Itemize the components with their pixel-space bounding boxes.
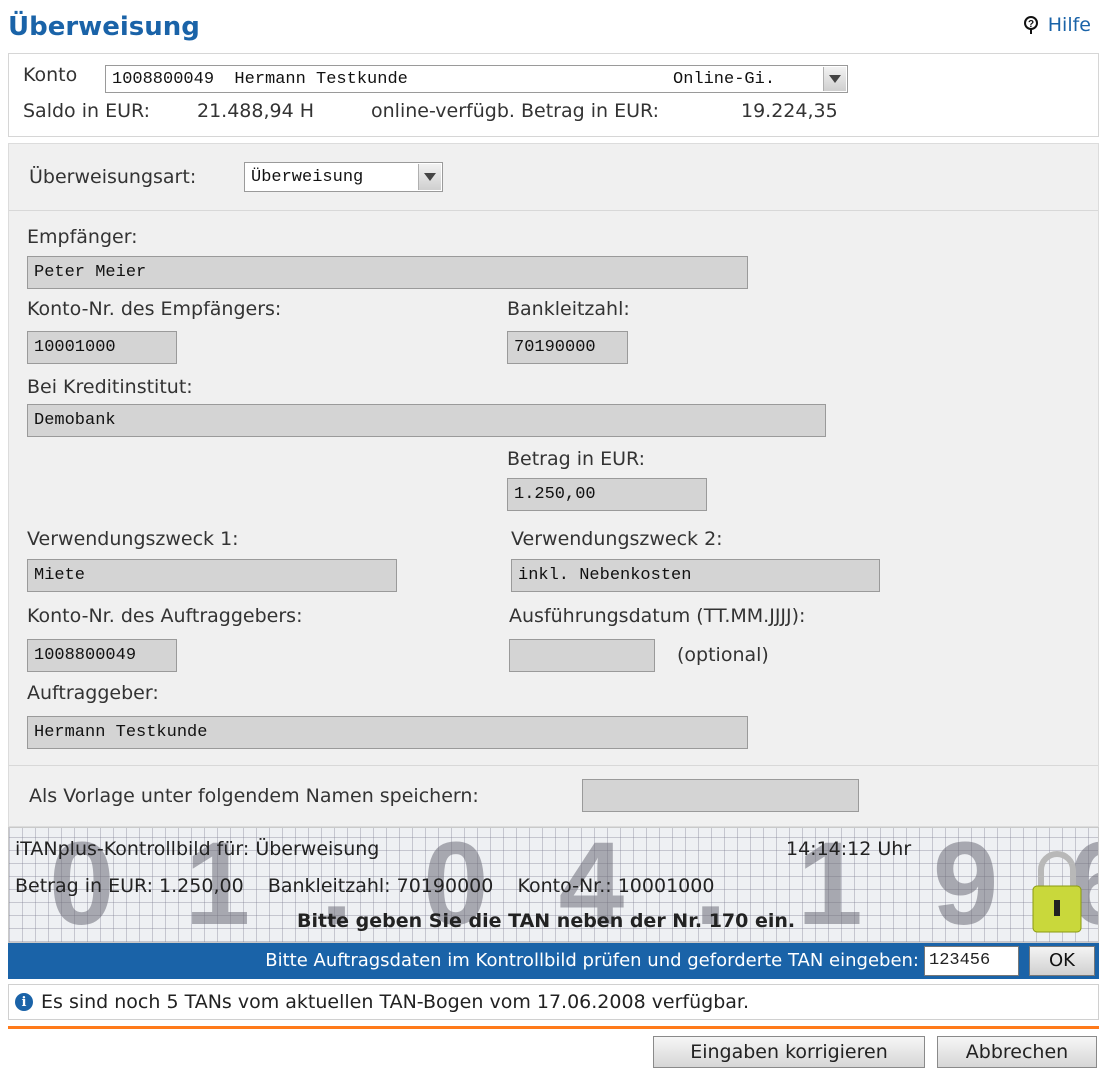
recipient-account-label: Konto-Nr. des Empfängers: (27, 298, 282, 320)
bank-code-label: Bankleitzahl: (507, 298, 630, 320)
account-type-value: Online-Gi. (673, 70, 776, 89)
lock-icon (1029, 848, 1085, 940)
help-link[interactable]: ? Hilfe (1022, 14, 1091, 36)
execution-date-label: Ausführungsdatum (TT.MM.JJJJ): (509, 605, 806, 627)
purpose2-input[interactable]: inkl. Nebenkosten (511, 559, 880, 592)
itan-title: iTANplus-Kontrollbild für: Überweisung (15, 838, 380, 860)
ok-button[interactable]: OK (1029, 946, 1095, 976)
info-text: Es sind noch 5 TANs vom aktuellen TAN-Bo… (41, 991, 750, 1013)
purpose1-label: Verwendungszweck 1: (27, 528, 239, 550)
transfer-type-value: Überweisung (251, 168, 364, 187)
info-icon: i (15, 993, 33, 1011)
recipient-label: Empfänger: (27, 226, 138, 248)
itan-control-image: 01.04.1960 iTANplus-Kontrollbild für: Üb… (8, 827, 1099, 943)
template-name-input[interactable] (582, 779, 859, 812)
available-label: online-verfügb. Betrag in EUR: (371, 100, 659, 122)
orange-divider (8, 1026, 1099, 1029)
tan-entry-bar: Bitte Auftragsdaten im Kontrollbild prüf… (8, 943, 1099, 979)
optional-hint: (optional) (677, 644, 769, 666)
chevron-down-icon[interactable] (418, 164, 441, 190)
account-select-value: 1008800049 Hermann Testkunde (112, 70, 408, 89)
orderer-label: Auftraggeber: (27, 682, 159, 704)
execution-date-input[interactable] (509, 639, 655, 672)
recipient-input[interactable]: Peter Meier (27, 256, 748, 289)
template-label: Als Vorlage unter folgendem Namen speich… (29, 785, 479, 807)
available-value: 19.224,35 (741, 100, 838, 122)
cancel-button[interactable]: Abbrechen (937, 1036, 1097, 1068)
tan-info-message: i Es sind noch 5 TANs vom aktuellen TAN-… (8, 984, 1099, 1020)
chevron-down-icon[interactable] (823, 67, 846, 91)
correct-input-button[interactable]: Eingaben korrigieren (653, 1036, 925, 1068)
purpose1-input[interactable]: Miete (27, 559, 397, 592)
bank-input[interactable]: Demobank (27, 404, 826, 437)
recipient-account-input[interactable]: 10001000 (27, 331, 177, 364)
saldo-label: Saldo in EUR: (23, 100, 150, 122)
orderer-input[interactable]: Hermann Testkunde (27, 716, 748, 749)
account-select[interactable]: 1008800049 Hermann Testkunde Online-Gi. (105, 65, 848, 93)
divider (9, 765, 1098, 766)
amount-input[interactable]: 1.250,00 (507, 478, 707, 511)
konto-label: Konto (23, 64, 78, 86)
orderer-account-input[interactable]: 1008800049 (27, 639, 177, 672)
transfer-form: Überweisungsart: Überweisung Empfänger: … (8, 143, 1099, 827)
transfer-type-select[interactable]: Überweisung (244, 162, 443, 192)
bank-label: Bei Kreditinstitut: (27, 376, 193, 398)
saldo-value: 21.488,94 H (197, 100, 315, 122)
itan-details: Betrag in EUR: 1.250,00 Bankleitzahl: 70… (15, 875, 715, 897)
tan-input[interactable]: 123456 (924, 946, 1019, 976)
orderer-account-label: Konto-Nr. des Auftraggebers: (27, 605, 303, 627)
itan-instruction: Bitte geben Sie die TAN neben der Nr. 17… (297, 910, 796, 932)
divider (9, 210, 1098, 211)
transfer-type-label: Überweisungsart: (29, 166, 197, 188)
tan-prompt: Bitte Auftragsdaten im Kontrollbild prüf… (265, 950, 919, 971)
account-box: Konto 1008800049 Hermann Testkunde Onlin… (8, 53, 1099, 137)
purpose2-label: Verwendungszweck 2: (511, 528, 723, 550)
amount-label: Betrag in EUR: (507, 448, 646, 470)
bank-code-input[interactable]: 70190000 (507, 331, 628, 364)
itan-time: 14:14:12 Uhr (786, 838, 912, 860)
page-title: Überweisung (8, 12, 200, 42)
help-label: Hilfe (1047, 14, 1091, 36)
help-icon: ? (1022, 15, 1042, 35)
